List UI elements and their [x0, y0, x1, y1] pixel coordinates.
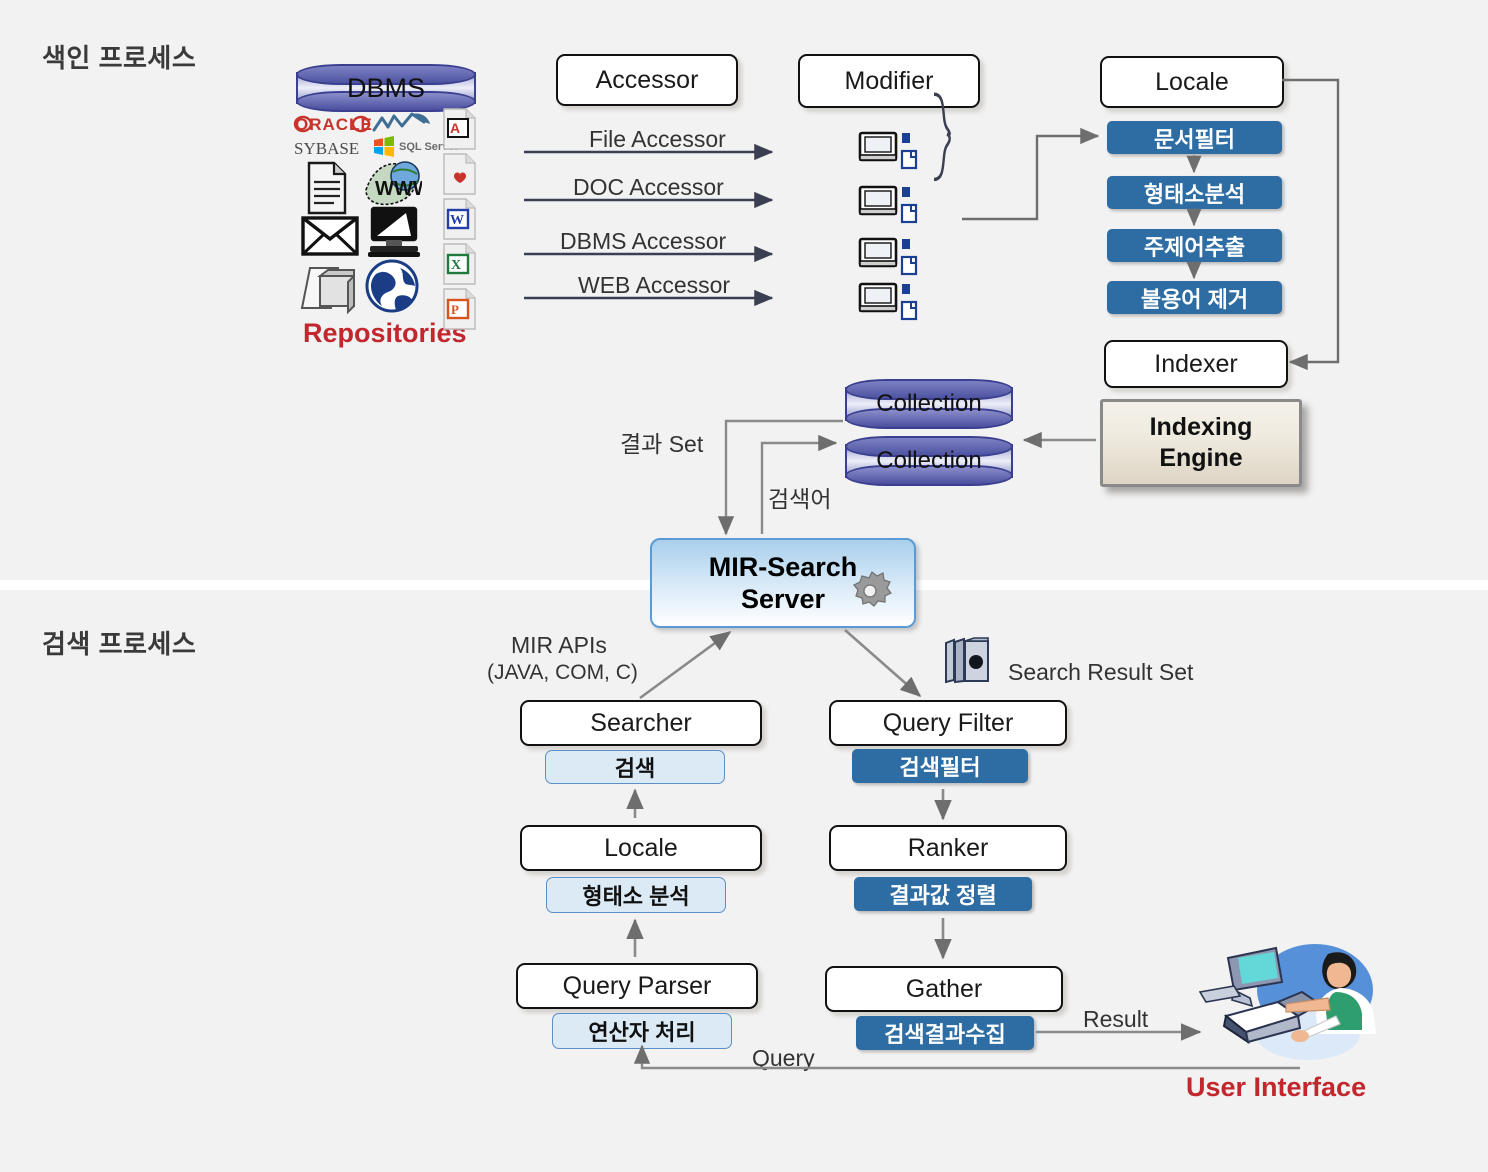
dbms-cylinder-label: DBMS — [346, 72, 425, 103]
oracle-logo-icon: ORACLE — [293, 112, 373, 136]
gather-pill-result-collection[interactable]: 검색결과수집 — [856, 1016, 1034, 1050]
svg-text:P: P — [451, 302, 459, 317]
indexing-engine-line2: Engine — [1159, 444, 1243, 472]
indexing-engine-box[interactable]: Indexing Engine — [1100, 399, 1302, 487]
user-at-computers-icon — [1190, 938, 1390, 1068]
monitor-with-document-icon — [858, 237, 920, 277]
svg-text:WWW: WWW — [375, 178, 422, 200]
pdf-file-icon: A — [441, 107, 479, 151]
collection-label: Collection — [876, 447, 982, 474]
locale-index-node[interactable]: Locale — [1100, 56, 1284, 108]
svg-text:W: W — [450, 213, 464, 228]
query-parser-node[interactable]: Query Parser — [516, 963, 758, 1009]
desktop-computer-icon — [366, 206, 422, 260]
document-icon — [304, 160, 350, 216]
sybase-logo-icon: SYBASE — [293, 137, 369, 159]
accessor-node[interactable]: Accessor — [556, 54, 738, 106]
dbms-cylinder: DBMS — [296, 64, 476, 112]
gather-node[interactable]: Gather — [825, 966, 1063, 1012]
ranker-node[interactable]: Ranker — [829, 825, 1067, 871]
edge-label-result-set: 결과 Set — [620, 431, 704, 457]
ranker-pill-result-sorting[interactable]: 결과값 정렬 — [854, 877, 1032, 911]
email-icon — [300, 214, 360, 258]
edge-label-mir-apis: MIR APIs — [511, 632, 607, 658]
flow-label-doc-accessor: DOC Accessor — [573, 174, 724, 200]
indexing-process-title: 색인 프로세스 — [42, 43, 197, 73]
locale-step-keyword-extraction[interactable]: 주제어추출 — [1107, 229, 1282, 262]
query-filter-pill-search-filter[interactable]: 검색필터 — [852, 749, 1028, 783]
locale-step-stopword-removal[interactable]: 불용어 제거 — [1107, 281, 1282, 314]
folder-storage-icon — [298, 262, 360, 318]
svg-text:SYBASE: SYBASE — [294, 139, 359, 158]
flow-label-dbms-accessor: DBMS Accessor — [560, 228, 727, 254]
svg-text:A: A — [450, 120, 460, 136]
excel-file-icon: X — [441, 242, 479, 286]
collection-label: Collection — [876, 390, 982, 417]
server-line1: MIR-Search — [708, 551, 858, 582]
search-process-title: 검색 프로세스 — [42, 629, 197, 659]
locale-pill-morpheme-analysis[interactable]: 형태소 분석 — [546, 877, 726, 913]
server-line2: Server — [740, 584, 826, 614]
edge-label-search-result-set: Search Result Set — [1008, 659, 1194, 685]
locale-search-node[interactable]: Locale — [520, 825, 762, 871]
edge-label-result: Result — [1083, 1006, 1149, 1032]
modifier-node[interactable]: Modifier — [798, 54, 980, 108]
searcher-pill-search[interactable]: 검색 — [545, 750, 725, 784]
collection-cylinder-2[interactable]: Collection — [845, 436, 1013, 486]
collection-cylinder-1[interactable]: Collection — [845, 379, 1013, 429]
html-file-icon — [441, 152, 479, 196]
query-filter-node[interactable]: Query Filter — [829, 700, 1067, 746]
monitor-with-document-icon — [858, 131, 920, 171]
indexer-node[interactable]: Indexer — [1104, 340, 1288, 388]
internet-globe-icon — [364, 258, 420, 314]
edge-label-query: Query — [752, 1045, 815, 1071]
indexing-engine-line1: Indexing — [1149, 412, 1253, 441]
edge-label-query-term: 검색어 — [768, 486, 832, 512]
books-stack-icon — [940, 637, 996, 685]
mysql-logo-icon — [372, 108, 434, 136]
query-parser-pill-operator-handling[interactable]: 연산자 처리 — [552, 1013, 732, 1049]
locale-step-document-filter[interactable]: 문서필터 — [1107, 121, 1282, 154]
word-file-icon: W — [441, 197, 479, 241]
user-interface-caption: User Interface — [1186, 1072, 1367, 1102]
locale-step-morpheme-analysis[interactable]: 형태소분석 — [1107, 176, 1282, 209]
www-globe-icon: WWW — [362, 156, 432, 212]
monitor-with-document-icon — [858, 185, 920, 225]
gear-icon — [845, 570, 895, 616]
flow-label-web-accessor: WEB Accessor — [578, 272, 731, 298]
diagram-canvas: 색인 프로세스 검색 프로세스 DBMS ORACLE SYBASE SQL S… — [0, 0, 1488, 1172]
edge-label-mir-apis-langs: (JAVA, COM, C) — [487, 661, 638, 684]
svg-text:X: X — [451, 258, 461, 273]
powerpoint-file-icon: P — [441, 287, 479, 331]
flow-label-file-accessor: File Accessor — [589, 126, 726, 152]
monitor-with-document-icon — [858, 282, 920, 322]
searcher-node[interactable]: Searcher — [520, 700, 762, 746]
